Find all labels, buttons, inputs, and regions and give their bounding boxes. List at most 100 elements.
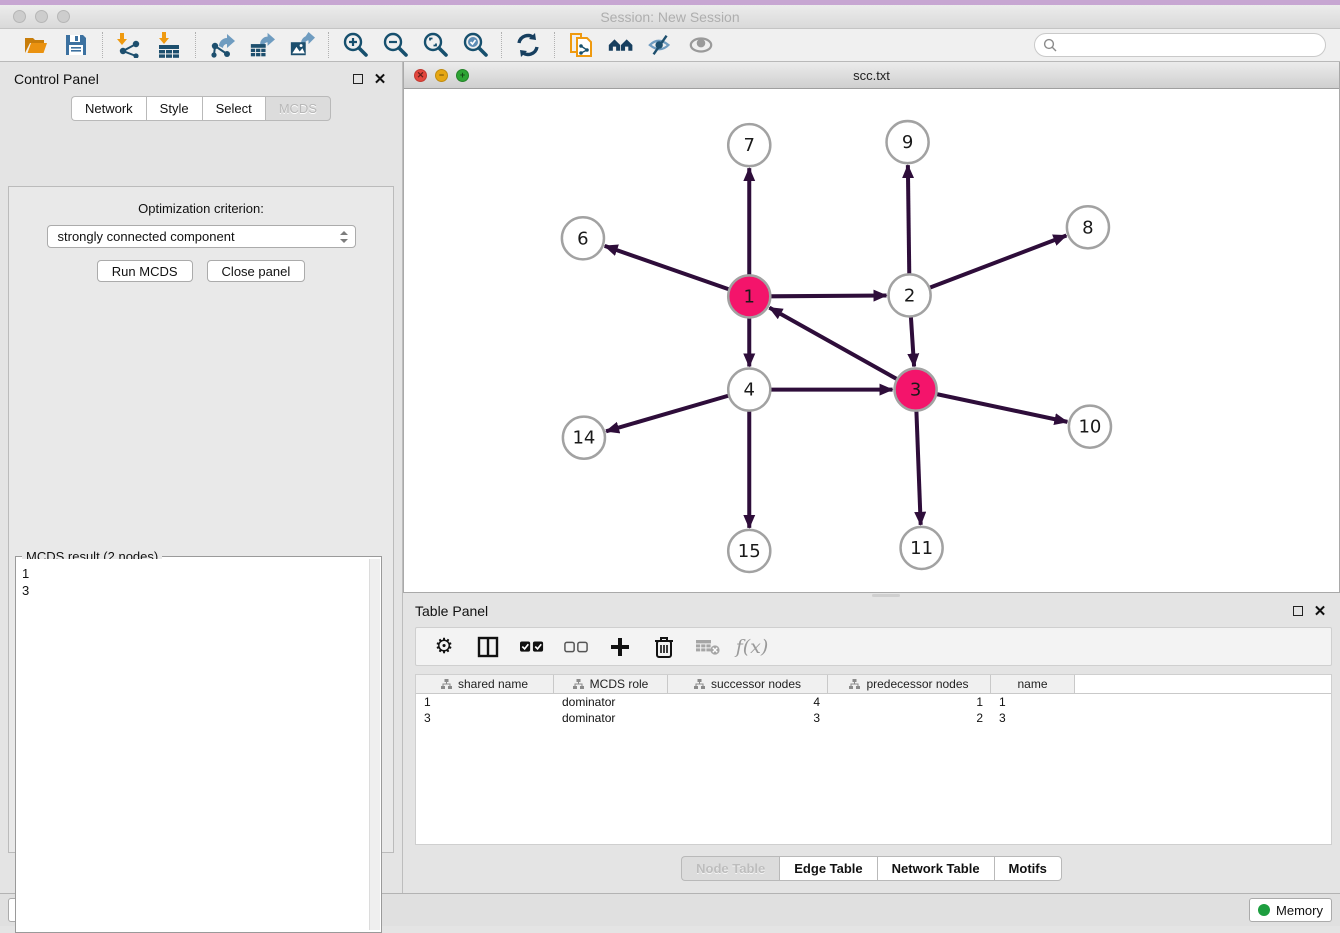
frame-close-button[interactable]: ✕ [414,69,427,82]
search-field[interactable] [1034,33,1326,57]
first-neighbors-icon[interactable] [608,32,634,58]
column-header-successor-nodes[interactable]: successor nodes [668,675,828,693]
zoom-out-icon[interactable] [382,32,408,58]
export-table-icon[interactable] [249,32,275,58]
graph-node-3[interactable]: 3 [895,369,937,411]
graph-edge-2-9[interactable] [908,165,909,274]
export-network-icon[interactable] [209,32,235,58]
graph-edge-2-3[interactable] [911,316,914,366]
tab-network[interactable]: Network [71,96,146,121]
network-frame-titlebar[interactable]: scc.txt ✕ − + [404,62,1339,89]
zoom-selected-icon[interactable] [462,32,488,58]
graph-node-label: 9 [902,132,913,153]
table-body-empty [416,726,1331,844]
result-scrollbar[interactable] [369,559,380,930]
table-settings-icon[interactable]: ⚙ [432,635,456,659]
column-header-predecessor-nodes[interactable]: predecessor nodes [828,675,991,693]
column-header-mcds-role[interactable]: MCDS role [554,675,668,693]
graph-node-6[interactable]: 6 [562,217,604,259]
table-row[interactable]: 1 dominator 4 1 1 [416,694,1331,710]
float-table-panel-icon[interactable] [1290,603,1306,619]
show-all-icon[interactable] [688,32,714,58]
frame-minimize-button[interactable]: − [435,69,448,82]
cell-name[interactable]: 1 [991,694,1075,710]
tab-node-table[interactable]: Node Table [681,856,779,881]
delete-column-icon[interactable] [652,635,676,659]
network-canvas[interactable]: 7 9 6 8 1 2 4 3 14 10 15 11 [404,89,1339,592]
run-mcds-button[interactable]: Run MCDS [97,260,193,282]
function-builder-icon[interactable]: f(x) [740,635,764,659]
column-header-name[interactable]: name [991,675,1075,693]
network-view-frame: scc.txt ✕ − + 7 9 6 8 1 2 4 3 14 10 15 11 [403,62,1340,593]
graph-edge-2-8[interactable] [929,235,1066,287]
graph-node-2[interactable]: 2 [889,274,931,316]
splitter-handle[interactable] [872,594,900,597]
select-all-checks-icon[interactable] [520,635,544,659]
network-graph[interactable]: 7 9 6 8 1 2 4 3 14 10 15 11 [404,89,1339,592]
new-network-from-selection-icon[interactable] [568,32,594,58]
tab-select[interactable]: Select [202,96,265,121]
delete-table-icon[interactable] [696,635,720,659]
control-panel-title: Control Panel [14,71,99,87]
cell-shared-name[interactable]: 3 [416,710,554,726]
cell-predecessor-nodes[interactable]: 2 [828,710,991,726]
graph-node-9[interactable]: 9 [887,121,929,163]
cell-mcds-role[interactable]: dominator [554,710,668,726]
import-network-icon[interactable] [116,32,142,58]
optimization-criterion-dropdown[interactable]: strongly connected component [47,225,356,248]
graph-edge-3-10[interactable] [936,394,1067,422]
cell-mcds-role[interactable]: dominator [554,694,668,710]
hide-selection-icon[interactable] [648,32,674,58]
table-row[interactable]: 3 dominator 3 2 3 [416,710,1331,726]
graph-node-14[interactable]: 14 [563,417,605,459]
graph-node-4[interactable]: 4 [728,369,770,411]
graph-node-label: 7 [744,135,755,156]
graph-node-10[interactable]: 10 [1069,406,1111,448]
cell-successor-nodes[interactable]: 3 [668,710,828,726]
tab-network-table[interactable]: Network Table [877,856,994,881]
splitter-horizontal[interactable] [403,593,1340,597]
tab-motifs[interactable]: Motifs [994,856,1062,881]
close-panel-icon[interactable]: ✕ [372,71,388,87]
tab-mcds[interactable]: MCDS [265,96,331,121]
graph-edge-1-6[interactable] [605,246,730,290]
close-table-panel-icon[interactable]: ✕ [1312,603,1328,619]
graph-node-15[interactable]: 15 [728,530,770,572]
save-session-icon[interactable] [63,32,89,58]
cell-shared-name[interactable]: 1 [416,694,554,710]
graph-node-11[interactable]: 11 [901,527,943,569]
close-panel-button[interactable]: Close panel [207,260,306,282]
add-column-icon[interactable] [608,635,632,659]
float-panel-icon[interactable] [350,71,366,87]
graph-edge-3-11[interactable] [916,411,920,525]
graph-node-8[interactable]: 8 [1067,206,1109,248]
column-header-shared-name[interactable]: shared name [416,675,554,693]
frame-maximize-button[interactable]: + [456,69,469,82]
cell-predecessor-nodes[interactable]: 1 [828,694,991,710]
memory-button[interactable]: Memory [1249,898,1332,922]
cell-successor-nodes[interactable]: 4 [668,694,828,710]
graph-node-1[interactable]: 1 [728,275,770,317]
graph-edge-1-2[interactable] [770,296,886,297]
control-panel: Control Panel ✕ Network Style Select MCD… [0,62,403,893]
graph-node-label: 1 [744,286,755,307]
tab-style[interactable]: Style [146,96,202,121]
cell-name[interactable]: 3 [991,710,1075,726]
open-session-icon[interactable] [23,32,49,58]
graph-node-label: 10 [1078,417,1101,438]
deselect-all-checks-icon[interactable] [564,635,588,659]
export-image-icon[interactable] [289,32,315,58]
refresh-icon[interactable] [515,32,541,58]
zoom-in-icon[interactable] [342,32,368,58]
mcds-result-list[interactable]: 1 3 [18,559,368,930]
column-visibility-icon[interactable] [476,635,500,659]
graph-edge-4-14[interactable] [606,396,729,432]
graph-edge-3-1[interactable] [769,308,897,380]
search-input[interactable] [1063,38,1317,53]
import-table-icon[interactable] [156,32,182,58]
graph-node-label: 3 [910,380,921,401]
graph-node-7[interactable]: 7 [728,124,770,166]
attribute-icon [573,679,584,690]
zoom-fit-icon[interactable] [422,32,448,58]
tab-edge-table[interactable]: Edge Table [779,856,876,881]
